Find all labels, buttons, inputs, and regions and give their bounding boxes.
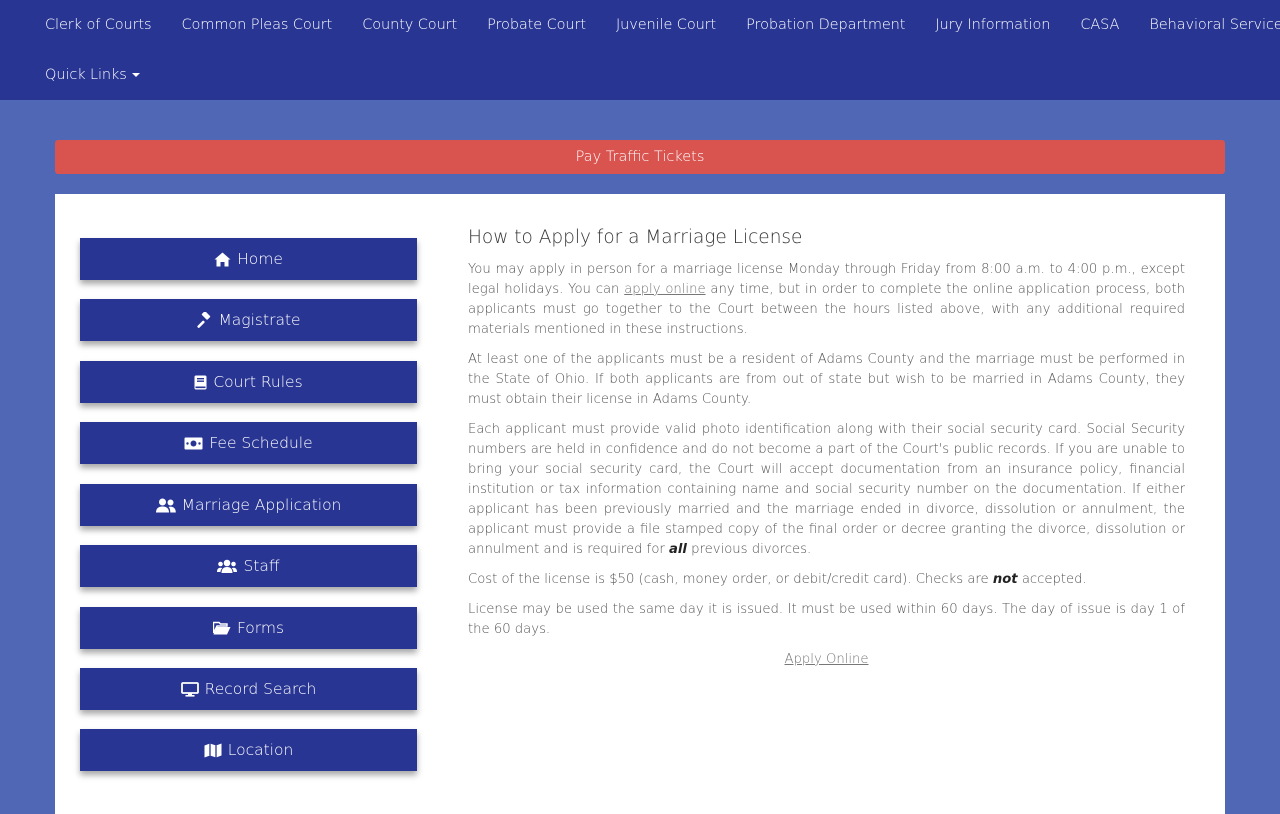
paragraph-text: Cost of the license is $50 (cash, money … xyxy=(468,572,993,587)
sidebar-item-label: Record Search xyxy=(204,680,317,698)
content-area: How to Apply for a Marriage License You … xyxy=(468,226,1185,680)
nav-casa[interactable]: CASA xyxy=(1065,17,1134,33)
sidebar-item-label: Home xyxy=(237,250,283,268)
sidebar-item-label: Staff xyxy=(243,557,280,575)
paragraph-residency: At least one of the applicants must be a… xyxy=(468,352,1185,407)
nav-clerk-of-courts[interactable]: Clerk of Courts xyxy=(30,17,167,33)
sidebar-item-staff[interactable]: Staff xyxy=(80,545,417,587)
paragraph-hours: You may apply in person for a marriage l… xyxy=(468,260,1185,340)
main-panel: Home Magistrate Court Rules Fee Schedule xyxy=(55,194,1225,814)
apply-online-link[interactable]: Apply Online xyxy=(785,652,869,667)
sidebar-item-fee-schedule[interactable]: Fee Schedule xyxy=(80,422,417,464)
users-icon xyxy=(217,559,238,573)
pay-traffic-tickets-label: Pay Traffic Tickets xyxy=(575,149,705,165)
sidebar-item-location[interactable]: Location xyxy=(80,729,417,771)
sidebar-item-court-rules[interactable]: Court Rules xyxy=(80,361,417,403)
paragraph-text: accepted. xyxy=(1017,572,1087,587)
pay-traffic-tickets-button[interactable]: Pay Traffic Tickets xyxy=(55,140,1225,174)
book-icon xyxy=(194,375,207,390)
nav-behavioral-services[interactable]: Behavioral Services xyxy=(1134,17,1280,33)
sidebar-item-label: Magistrate xyxy=(218,311,301,329)
paragraph-validity: License may be used the same day it is i… xyxy=(468,602,1185,637)
nav-jury-information[interactable]: Jury Information xyxy=(920,17,1065,33)
apply-online-inline-link[interactable]: apply online xyxy=(624,282,705,297)
sidebar-item-home[interactable]: Home xyxy=(80,238,417,280)
caret-down-icon xyxy=(131,73,140,77)
sidebar-item-forms[interactable]: Forms xyxy=(80,607,417,649)
gavel-icon xyxy=(196,312,212,328)
map-icon xyxy=(204,743,222,758)
top-navigation: Clerk of Courts Common Pleas Court Count… xyxy=(0,0,1280,100)
money-bill-icon xyxy=(184,437,203,450)
nav-juvenile-court[interactable]: Juvenile Court xyxy=(601,17,731,33)
sidebar-item-label: Fee Schedule xyxy=(209,434,313,452)
page-title: How to Apply for a Marriage License xyxy=(468,227,803,248)
paragraph-cost: Cost of the license is $50 (cash, money … xyxy=(468,570,1185,590)
sidebar-item-record-search[interactable]: Record Search xyxy=(80,668,417,710)
user-friends-icon xyxy=(155,498,176,513)
paragraph-text: previous divorces. xyxy=(686,542,812,557)
apply-online-row: Apply Online xyxy=(468,650,1185,670)
sidebar-item-marriage-application[interactable]: Marriage Application xyxy=(80,484,417,526)
emphasis-not: not xyxy=(992,572,1018,587)
nav-row-secondary: Quick Links xyxy=(30,50,1250,100)
sidebar-item-magistrate[interactable]: Magistrate xyxy=(80,299,417,341)
quick-links-dropdown[interactable]: Quick Links xyxy=(30,67,155,83)
folder-open-icon xyxy=(212,621,231,635)
home-icon xyxy=(214,252,231,267)
desktop-icon xyxy=(180,681,199,697)
nav-probation-department[interactable]: Probation Department xyxy=(731,17,920,33)
paragraph-text: Each applicant must provide valid photo … xyxy=(468,422,1185,557)
paragraph-identification: Each applicant must provide valid photo … xyxy=(468,420,1185,560)
nav-common-pleas-court[interactable]: Common Pleas Court xyxy=(167,17,348,33)
sidebar-item-label: Forms xyxy=(236,619,285,637)
quick-links-label: Quick Links xyxy=(45,67,127,83)
emphasis-all: all xyxy=(669,542,687,557)
sidebar-item-label: Location xyxy=(227,741,294,759)
nav-county-court[interactable]: County Court xyxy=(347,17,472,33)
nav-probate-court[interactable]: Probate Court xyxy=(472,17,601,33)
sidebar-item-label: Court Rules xyxy=(213,373,303,391)
sidebar-item-label: Marriage Application xyxy=(181,496,342,514)
nav-row-primary: Clerk of Courts Common Pleas Court Count… xyxy=(30,0,1280,50)
